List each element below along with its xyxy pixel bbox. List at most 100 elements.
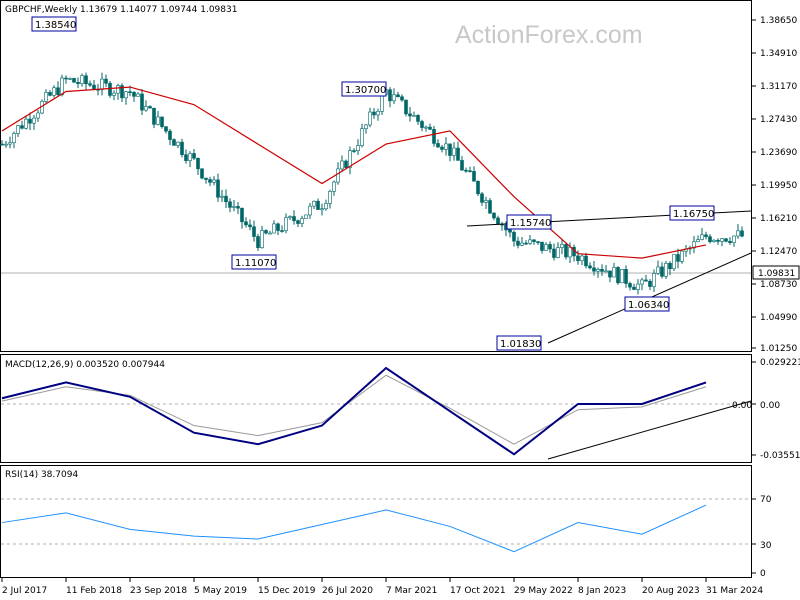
candle-body [128,91,132,93]
candle-body [196,157,200,170]
candle-body [460,160,464,171]
candle-body [236,206,240,209]
candle-body [160,116,164,127]
candle-body [292,216,296,221]
candle-body [516,240,520,246]
candle-body [184,154,188,161]
candle-body [664,262,668,277]
candle-body [252,226,256,237]
candle-body [220,195,224,198]
candle-body [340,160,344,170]
svg-text:1.38540: 1.38540 [35,20,76,31]
candle-body [428,126,432,130]
candle-body [708,236,712,243]
x-tick-label: 29 May 2022 [514,586,573,596]
price-y-tick: 1.38650 [760,16,797,26]
candle-body [740,230,744,237]
candle-body [52,87,56,96]
candle-body [228,201,232,208]
x-tick-label: 7 Mar 2021 [386,586,437,596]
candle-body [576,255,580,261]
candle-body [116,85,120,94]
candle-body [556,247,560,258]
candle-body [244,221,248,226]
candle-body [144,106,148,111]
candle-body [16,125,20,134]
candle-body [584,255,588,267]
macd-y-tick: 0.029221 [760,358,800,368]
candle-body [172,139,176,146]
candle-body [608,270,612,278]
candle-body [656,266,660,274]
candle-body [8,142,12,145]
candle-body [544,244,548,251]
candle-body [44,92,48,102]
candle-body [492,212,496,219]
candle-body [592,267,596,272]
candle-body [472,171,476,182]
swing-label-101830: 1.01830 [496,335,542,351]
swing-label-130700: 1.30700 [341,81,387,97]
candle-body [476,180,480,195]
x-tick-label: 17 Oct 2021 [450,586,506,596]
candle-body [352,150,356,152]
candle-body [324,203,328,210]
rsi-y-tick: 70 [760,495,772,505]
price-y-tick: 1.31170 [760,82,797,92]
rsi-header: RSI(14) 38.7094 [5,470,78,480]
candle-body [76,81,80,84]
candle-body [448,143,452,156]
candle-body [628,283,632,288]
candle-body [12,133,16,144]
candle-body [736,230,740,237]
candle-body [640,279,644,285]
candle-body [296,220,300,224]
macd-current-label: 0.00 [732,401,752,411]
swing-label-106340: 1.06340 [624,296,670,312]
x-tick-label: 15 Dec 2019 [258,586,316,596]
candle-body [380,94,384,112]
candle-body [484,200,488,203]
candle-body [28,118,32,124]
current-price-label: 1.09831 [758,269,795,279]
macd-y-tick: 0.00 [760,401,780,411]
candle-body [468,170,472,173]
price-y-tick: 1.19950 [760,181,797,191]
price-y-tick: 1.12470 [760,247,797,257]
candle-body [88,83,92,86]
candle-body [140,93,144,111]
candle-body [148,106,152,109]
candle-body [320,208,324,211]
candle-body [68,78,72,80]
candle-body [716,239,720,242]
candle-body [400,96,404,101]
candle-body [616,267,620,284]
svg-text:1.06340: 1.06340 [628,300,669,311]
candle-body [680,250,684,262]
candle-body [200,168,204,179]
candle-body [232,206,236,208]
candle-body [660,266,664,277]
candle-body [604,270,608,273]
candle-body [644,279,648,282]
candle-body [164,126,168,132]
price-y-tick: 1.16210 [760,214,797,224]
candle-body [56,87,60,96]
candle-body [204,177,208,180]
candle-body [724,238,728,242]
candle-body [276,223,280,231]
swing-label-116750: 1.16750 [669,205,715,221]
candle-body [84,75,88,85]
swing-label-138540: 1.38540 [31,16,77,32]
candle-body [600,269,604,272]
price-y-tick: 1.23690 [760,148,797,158]
candle-body [4,143,8,146]
candle-body [704,234,708,237]
candle-body [288,216,292,218]
candle-body [328,191,332,204]
candle-body [168,130,172,140]
svg-text:1.11070: 1.11070 [235,258,276,269]
candle-body [496,217,500,225]
candle-body [64,77,68,80]
candle-body [304,214,308,219]
